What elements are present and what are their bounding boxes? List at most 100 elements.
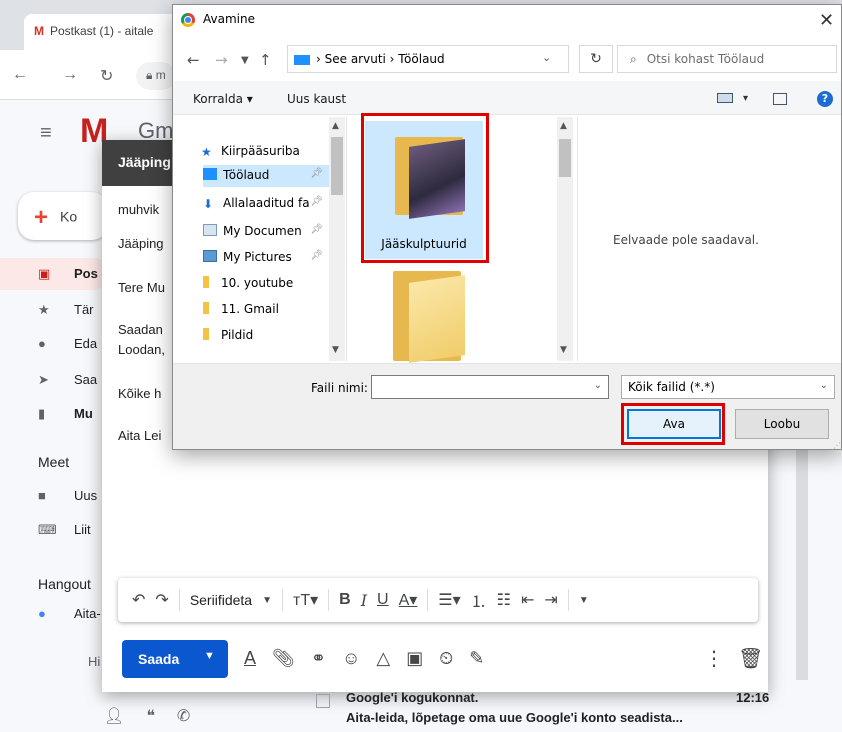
preview-pane-icon[interactable] <box>773 93 787 105</box>
compose-subject[interactable]: Jääping <box>118 236 164 251</box>
tree-item-documents[interactable]: My Documen 📌︎ <box>203 221 331 243</box>
nav-starred[interactable]: ★ Tär <box>38 302 108 330</box>
undo-icon[interactable]: ↶ <box>132 590 145 610</box>
hangouts-icon[interactable]: ❝ <box>146 706 155 726</box>
nav-sent[interactable]: ➤ Saa <box>38 372 108 400</box>
filetype-select[interactable]: Kõik failid (*.*) ⌄ <box>621 375 835 399</box>
cancel-button[interactable]: Loobu <box>735 409 829 439</box>
forward-icon[interactable]: → <box>215 51 228 69</box>
tree-item-pictures[interactable]: My Pictures 📌︎ <box>203 247 331 269</box>
scroll-up-icon[interactable]: ▲ <box>332 121 339 131</box>
folder-icon[interactable] <box>393 271 465 363</box>
back-icon[interactable]: ← <box>187 51 200 69</box>
close-icon[interactable]: ✕ <box>819 10 834 31</box>
recent-locations-icon[interactable]: ▼ <box>241 55 249 66</box>
emoji-icon[interactable]: ☺ <box>342 648 360 669</box>
signature-icon[interactable]: ✎ <box>469 648 484 669</box>
phone-icon[interactable]: ✆ <box>177 706 190 726</box>
compose-body-line[interactable]: Tere Mu <box>118 280 165 295</box>
draft-icon: ▮ <box>38 406 46 421</box>
italic-icon[interactable]: I <box>361 591 367 610</box>
search-input[interactable]: ⌕ Otsi kohast Töölaud <box>617 45 837 73</box>
nav-label: Uus <box>74 488 98 503</box>
indent-less-icon[interactable]: ⇤ <box>521 590 534 610</box>
view-options-icon[interactable] <box>717 93 733 103</box>
forward-icon[interactable]: → <box>62 66 78 84</box>
hangouts-user[interactable]: ● Aita- <box>38 606 108 634</box>
send-options-icon[interactable]: ▼ <box>204 650 215 662</box>
confidential-icon[interactable]: ⏲ <box>439 648 453 669</box>
tree-item-folder[interactable]: Pildid <box>203 325 331 347</box>
meet-new[interactable]: ■ Uus <box>38 488 108 516</box>
menu-icon[interactable]: ≡ <box>40 122 52 145</box>
star-icon: ★ <box>201 145 212 159</box>
breadcrumb-item[interactable]: See arvuti <box>325 52 386 66</box>
nav-snoozed[interactable]: ● Eda <box>38 336 108 364</box>
row-checkbox[interactable] <box>316 694 330 708</box>
help-icon[interactable]: ? <box>817 91 833 107</box>
font-select[interactable]: Seriifideta <box>190 592 252 608</box>
compose-body-line[interactable]: Loodan, <box>118 342 165 357</box>
pin-icon: 📌︎ <box>310 196 323 207</box>
address-breadcrumb[interactable]: › See arvuti › Töölaud ⌄ <box>287 45 569 73</box>
tree-scrollbar-thumb[interactable] <box>331 137 343 195</box>
filename-input[interactable]: ⌄ <box>371 375 609 399</box>
breadcrumb-item[interactable]: Töölaud <box>398 52 444 66</box>
page-scrollbar[interactable] <box>796 450 808 680</box>
photo-icon[interactable]: ▣ <box>406 648 423 669</box>
tree-item-folder[interactable]: 11. Gmail <box>203 299 331 321</box>
chevron-down-icon[interactable]: ▼ <box>262 595 272 606</box>
underline-icon[interactable]: U <box>377 591 389 609</box>
scroll-down-icon[interactable]: ▼ <box>560 345 567 355</box>
numbered-list-icon[interactable]: ⒈ <box>471 588 487 612</box>
indent-more-icon[interactable]: ⇥ <box>544 590 557 610</box>
drive-icon[interactable]: △ <box>376 648 390 669</box>
text-size-icon[interactable]: тT▾ <box>293 590 318 610</box>
up-icon[interactable]: ↑ <box>259 51 272 69</box>
chevron-down-icon[interactable]: ▾ <box>743 93 748 104</box>
bulleted-list-icon[interactable]: ☷ <box>497 590 511 610</box>
align-icon[interactable]: ☰▾ <box>438 590 460 610</box>
desktop-icon <box>203 168 217 180</box>
compose-button[interactable]: + Ko <box>18 192 108 240</box>
compose-to[interactable]: muhvik <box>118 202 159 217</box>
more-formatting-icon[interactable]: ▼ <box>579 595 589 606</box>
folder-icon <box>203 302 209 314</box>
scroll-up-icon[interactable]: ▲ <box>560 121 567 131</box>
tree-label: 10. youtube <box>221 276 294 290</box>
compose-body-line[interactable]: Aita Lei <box>118 428 161 443</box>
redo-icon[interactable]: ↷ <box>155 590 168 610</box>
list-item[interactable]: Google'i kogukonnat. Aita-leida, lõpetag… <box>316 690 842 732</box>
chevron-down-icon[interactable]: ⌄ <box>542 51 551 64</box>
tree-item-folder[interactable]: 10. youtube <box>203 273 331 295</box>
chevron-down-icon[interactable]: ⌄ <box>594 380 602 391</box>
nav-drafts[interactable]: ▮ Mu <box>38 406 108 434</box>
compose-body-line[interactable]: Kõike h <box>118 386 161 401</box>
reload-icon[interactable]: ↻ <box>100 66 113 86</box>
more-options-icon[interactable]: ⋮ <box>704 646 724 671</box>
text-color-icon[interactable]: A▾ <box>399 590 418 610</box>
browser-tab[interactable]: M Postkast (1) - aitale <box>24 14 184 50</box>
scroll-down-icon[interactable]: ▼ <box>332 345 339 355</box>
back-icon[interactable]: ← <box>12 66 28 84</box>
bold-icon[interactable]: B <box>339 591 351 609</box>
tree-item-quick-access[interactable]: ★ Kiirpääsuriba <box>201 141 329 163</box>
file-scrollbar-thumb[interactable] <box>559 139 571 177</box>
organize-button[interactable]: Korralda ▾ <box>193 92 253 106</box>
format-text-icon[interactable]: A <box>244 648 256 669</box>
address-bar[interactable]: 🔒︎ m <box>136 62 176 90</box>
tree-item-downloads[interactable]: ⬇ Allalaaditud fa 📌︎ <box>203 193 331 215</box>
refresh-button[interactable]: ↻ <box>579 45 613 73</box>
compose-body-line[interactable]: Saadan <box>118 322 163 337</box>
person-icon[interactable]: 👤︎ <box>104 706 124 726</box>
nav-inbox[interactable]: ▣ Pos <box>38 266 108 294</box>
attach-icon[interactable]: 📎︎ <box>272 648 295 669</box>
send-button[interactable]: Saada ▼ <box>122 640 228 678</box>
new-folder-button[interactable]: Uus kaust <box>287 92 346 106</box>
chevron-down-icon: ⌄ <box>819 380 828 391</box>
meet-join[interactable]: ⌨ Liit <box>38 522 108 550</box>
trash-icon[interactable]: 🗑︎ <box>738 646 763 671</box>
resize-grip-icon[interactable]: ⋰ <box>833 441 841 450</box>
link-icon[interactable]: ⚭ <box>311 648 326 669</box>
tree-item-desktop[interactable]: Töölaud 📌︎ <box>203 165 331 187</box>
